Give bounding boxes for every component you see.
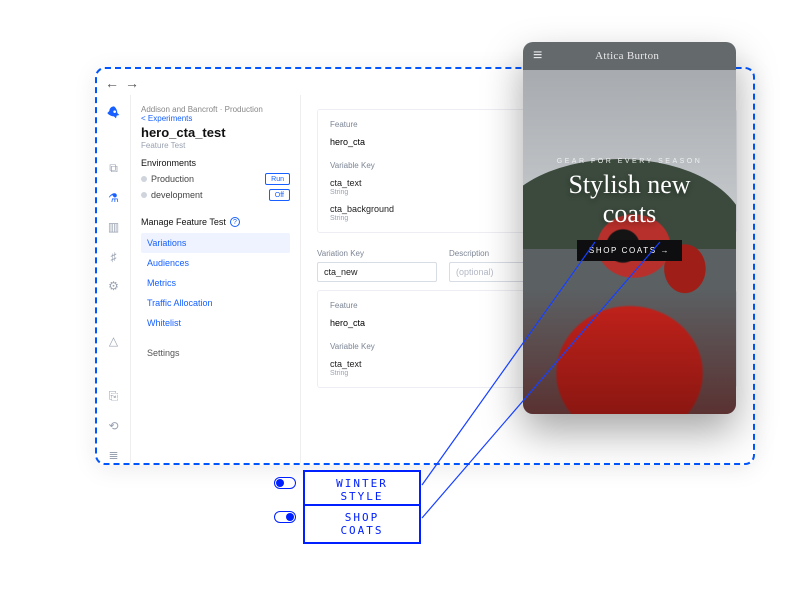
- hero-scene: GEAR FOR EVERY SEASON Stylish newcoats S…: [523, 70, 736, 414]
- var-type: String: [330, 370, 497, 377]
- sidebar-item-traffic[interactable]: Traffic Allocation: [141, 293, 290, 313]
- bars-icon[interactable]: ♯: [105, 249, 123, 264]
- page-subtitle: Feature Test: [141, 141, 290, 150]
- layers-icon[interactable]: ▥: [105, 220, 123, 235]
- rollout-icon[interactable]: ⟲: [105, 418, 123, 433]
- history-nav: ← →: [105, 75, 139, 91]
- env-badge[interactable]: Off: [269, 189, 290, 201]
- sidebar-item-whitelist[interactable]: Whitelist: [141, 313, 290, 333]
- variable-key-header: Variable Key: [330, 342, 497, 351]
- env-development[interactable]: development Off: [141, 187, 290, 203]
- env-badge[interactable]: Run: [265, 173, 290, 185]
- help-icon[interactable]: ?: [230, 217, 240, 227]
- lab-icon[interactable]: △: [105, 334, 123, 349]
- status-dot-icon: [141, 192, 147, 198]
- sidebar-section-title: Manage Feature Test ?: [141, 217, 290, 227]
- sidebar-list: Variations Audiences Metrics Traffic All…: [141, 233, 290, 363]
- variation-key-input[interactable]: [317, 262, 437, 282]
- hero-kicker: GEAR FOR EVERY SEASON: [557, 158, 703, 165]
- icon-rail: ⧉ ⚗ ▥ ♯ ⚙ △ ⎘ ⟲ ≣: [97, 95, 131, 463]
- phone-topbar: ≡ Attica Burton: [523, 42, 736, 70]
- sidebar-item-settings[interactable]: Settings: [141, 343, 290, 363]
- feature-name: hero_cta: [330, 137, 365, 147]
- hero-title: Stylish newcoats: [568, 171, 690, 228]
- breadcrumb-link[interactable]: < Experiments: [141, 114, 192, 123]
- sidebar-item-audiences[interactable]: Audiences: [141, 253, 290, 273]
- var-key: cta_text: [330, 359, 497, 369]
- phone-preview: ≡ Attica Burton GEAR FOR EVERY SEASON St…: [523, 42, 736, 414]
- hero-overlay: GEAR FOR EVERY SEASON Stylish newcoats S…: [523, 70, 736, 414]
- hamburger-icon[interactable]: ≡: [533, 48, 542, 64]
- env-label: Production: [151, 174, 194, 184]
- env-label: development: [151, 190, 203, 200]
- var-type: String: [330, 189, 497, 196]
- chart-icon[interactable]: ⧉: [105, 161, 123, 176]
- flask-icon[interactable]: ⚗: [105, 190, 123, 205]
- environments: Environments Production Run development …: [141, 158, 290, 203]
- sidebar: Addison and Bancroft · Production < Expe…: [131, 95, 301, 463]
- brand-title: Attica Burton: [550, 50, 704, 62]
- env-production[interactable]: Production Run: [141, 171, 290, 187]
- variable-key-header: Variable Key: [330, 161, 497, 170]
- status-dot-icon: [141, 176, 147, 182]
- back-button[interactable]: ←: [105, 75, 119, 91]
- var-key: cta_background: [330, 204, 497, 214]
- file-icon[interactable]: ≣: [105, 448, 123, 463]
- var-type: String: [330, 215, 497, 222]
- breadcrumb: Addison and Bancroft · Production < Expe…: [141, 105, 290, 123]
- callout-variant-b: SHOP COATS: [303, 504, 421, 544]
- var-key: cta_text: [330, 178, 497, 188]
- forward-button[interactable]: →: [125, 75, 139, 91]
- sidebar-item-variations[interactable]: Variations: [141, 233, 290, 253]
- variant-a-toggle[interactable]: [274, 477, 296, 489]
- rocket-icon[interactable]: [105, 105, 123, 121]
- hero-cta-button[interactable]: SHOP COATS →: [577, 240, 682, 261]
- environments-heading: Environments: [141, 158, 290, 168]
- page-title: hero_cta_test: [141, 125, 290, 140]
- gear-icon[interactable]: ⚙: [105, 278, 123, 293]
- variant-b-toggle[interactable]: [274, 511, 296, 523]
- sidebar-item-metrics[interactable]: Metrics: [141, 273, 290, 293]
- variation-key-header: Variation Key: [317, 249, 437, 258]
- clipboard-icon[interactable]: ⎘: [105, 389, 123, 404]
- feature-name: hero_cta: [330, 318, 365, 328]
- breadcrumb-parent: Addison and Bancroft · Production: [141, 105, 263, 114]
